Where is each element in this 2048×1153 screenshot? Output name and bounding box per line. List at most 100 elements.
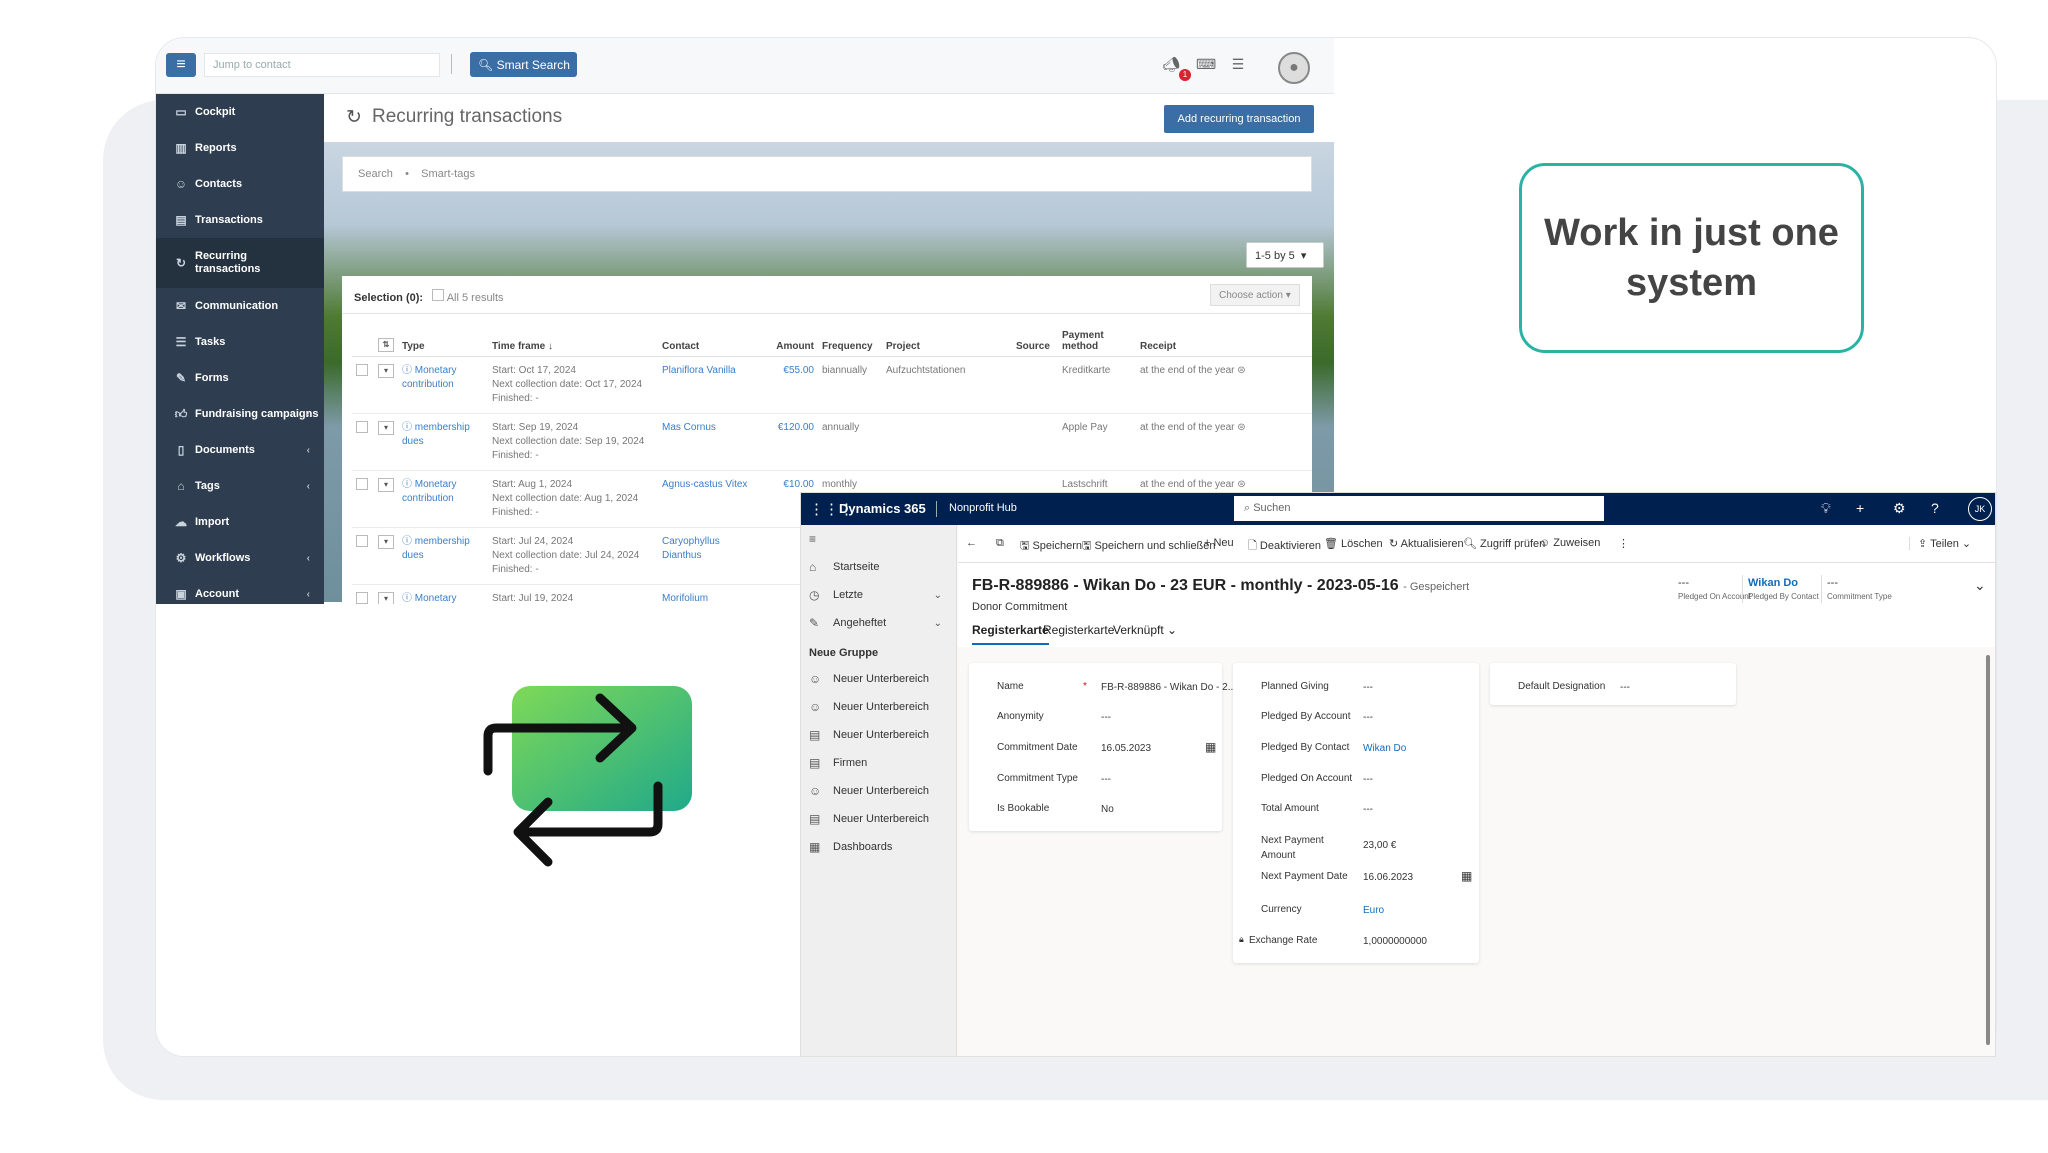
nav-item[interactable]: ☺ Neuer Unterbereich xyxy=(801,693,956,721)
sidebar-item[interactable]: ↻ Recurring transactions xyxy=(156,238,324,288)
table-row[interactable]: ▾ ⓘ membership dues Start: Sep 19, 2024 Nex… xyxy=(352,413,1312,471)
search-bar[interactable]: Search • Smart-tags xyxy=(342,156,1312,192)
more-commands-icon[interactable]: ⋮ xyxy=(1618,537,1629,550)
field-value[interactable]: --- xyxy=(1363,682,1373,693)
field-value[interactable]: FB-R-889886 - Wikan Do - 2... xyxy=(1101,682,1236,693)
row-type[interactable]: ⓘ Monetary contribution xyxy=(398,584,488,604)
row-expand-dropdown[interactable]: ▾ xyxy=(378,421,394,435)
sort-icon[interactable]: ⇅ xyxy=(378,338,394,352)
menu-icon[interactable]: ≡ xyxy=(166,53,196,77)
refresh-button[interactable]: ↻ Aktualisieren xyxy=(1389,537,1464,550)
pagination-select[interactable]: 1-5 by 5 ▾ xyxy=(1246,242,1324,268)
user-avatar[interactable]: ● xyxy=(1278,52,1310,84)
sidebar-item[interactable]: 👍︎ Fundraising campaigns ‹ xyxy=(156,396,324,432)
select-all-checkbox[interactable] xyxy=(432,289,445,301)
row-expand-dropdown[interactable]: ▾ xyxy=(378,364,394,378)
column-header[interactable]: Frequency xyxy=(818,326,882,357)
sidebar-item[interactable]: ▭ Cockpit xyxy=(156,94,324,130)
tab-registerkarte-1[interactable]: Registerkarte xyxy=(972,623,1049,645)
nav-home[interactable]: ⌂ Startseite xyxy=(801,553,956,581)
product-name[interactable]: Dynamics 365 xyxy=(839,501,926,516)
global-search-input[interactable]: ⌕ Suchen xyxy=(1234,496,1604,521)
column-header[interactable]: Amount xyxy=(766,326,818,357)
row-type[interactable]: ⓘ membership dues xyxy=(398,413,488,471)
search-tab[interactable]: Search xyxy=(358,168,393,180)
sidebar-item[interactable]: ⌂ Tags ‹ xyxy=(156,468,324,504)
row-checkbox[interactable] xyxy=(356,592,368,604)
nav-item[interactable]: ▤ Firmen xyxy=(801,749,956,777)
field-value[interactable]: No xyxy=(1101,804,1114,815)
nav-item[interactable]: ▤ Neuer Unterbereich xyxy=(801,721,956,749)
keyboard-icon[interactable]: ⌨ xyxy=(1196,56,1216,74)
plus-icon[interactable]: + xyxy=(1856,500,1864,516)
new-button[interactable]: + Neu xyxy=(1204,537,1234,549)
row-expand-dropdown[interactable]: ▾ xyxy=(378,592,394,604)
nav-item[interactable]: ☺ Neuer Unterbereich xyxy=(801,777,956,805)
row-contact[interactable]: Mas Cornus xyxy=(658,413,766,471)
back-icon[interactable]: ← xyxy=(966,537,977,549)
megaphone-icon[interactable]: 📣︎ xyxy=(1162,56,1180,74)
field-value[interactable]: 16.06.2023 xyxy=(1363,872,1413,883)
nav-recent[interactable]: ◷ Letzte ⌄ xyxy=(801,581,956,609)
field-value[interactable]: --- xyxy=(1101,774,1111,785)
field-value[interactable]: --- xyxy=(1363,804,1373,815)
row-type[interactable]: ⓘ membership dues xyxy=(398,527,488,585)
sidebar-item[interactable]: ▤ Transactions xyxy=(156,202,324,238)
sidebar-item[interactable]: ▣ Account ‹ xyxy=(156,576,324,604)
field-value[interactable]: --- xyxy=(1363,712,1373,723)
jump-to-contact-input[interactable]: Jump to contact xyxy=(204,53,440,77)
add-recurring-transaction-button[interactable]: Add recurring transaction xyxy=(1164,105,1314,133)
nav-item[interactable]: ▤ Neuer Unterbereich xyxy=(801,805,956,833)
hub-name[interactable]: Nonprofit Hub xyxy=(949,502,1017,514)
row-contact[interactable]: Morifolium Chrysanthemum xyxy=(658,584,766,604)
column-header[interactable]: Payment method xyxy=(1058,326,1136,357)
calendar-icon[interactable]: ▦ xyxy=(1205,740,1216,754)
chevron-down-icon[interactable]: ⌄ xyxy=(1974,577,1986,594)
lightbulb-icon[interactable]: 💡︎ xyxy=(1821,500,1831,517)
gear-icon[interactable]: ⚙ xyxy=(1893,500,1906,517)
field-value[interactable]: 1,0000000000 xyxy=(1363,936,1427,947)
row-contact[interactable]: Agnus-castus Vitex xyxy=(658,470,766,528)
row-checkbox[interactable] xyxy=(356,364,368,376)
field-value[interactable]: Euro xyxy=(1363,905,1384,916)
column-header[interactable]: Time frame ↓ xyxy=(488,326,658,357)
save-and-close-button[interactable]: 🖫︎ Speichern und schließen xyxy=(1082,537,1216,556)
row-checkbox[interactable] xyxy=(356,478,368,490)
nav-pinned[interactable]: ✎ Angeheftet ⌄ xyxy=(801,609,956,637)
sidebar-item[interactable]: ☺ Contacts xyxy=(156,166,324,202)
nav-item[interactable]: ☺ Neuer Unterbereich xyxy=(801,665,956,693)
sidebar-item[interactable]: ✉ Communication xyxy=(156,288,324,324)
row-type[interactable]: ⓘ Monetary contribution xyxy=(398,470,488,528)
open-new-window-icon[interactable]: ⧉ xyxy=(996,537,1004,550)
column-header[interactable]: Receipt xyxy=(1136,326,1312,357)
check-access-button[interactable]: 🔍︎ Zugriff prüfen xyxy=(1463,537,1545,550)
row-checkbox[interactable] xyxy=(356,421,368,433)
row-contact[interactable]: Caryophyllus Dianthus xyxy=(658,527,766,585)
tab-registerkarte-2[interactable]: Registerkarte xyxy=(1043,623,1114,637)
row-expand-dropdown[interactable]: ▾ xyxy=(378,535,394,549)
sidebar-item[interactable]: ▥ Reports xyxy=(156,130,324,166)
field-value[interactable]: 16.05.2023 xyxy=(1101,743,1151,754)
checklist-icon[interactable]: ☰ xyxy=(1229,56,1247,74)
sidebar-item[interactable]: ⚙ Workflows ‹ xyxy=(156,540,324,576)
column-header[interactable]: Contact xyxy=(658,326,766,357)
column-header[interactable]: Type xyxy=(398,326,488,357)
nav-item[interactable]: ▦ Dashboards xyxy=(801,833,956,861)
calendar-icon[interactable]: ▦ xyxy=(1461,869,1472,883)
collapse-nav-button[interactable]: ≡ xyxy=(801,525,956,553)
field-value[interactable]: --- xyxy=(1620,682,1630,693)
field-value[interactable]: --- xyxy=(1363,774,1373,785)
header-field[interactable]: Wikan Do Pledged By Contact xyxy=(1748,577,1819,601)
sidebar-item[interactable]: ▯ Documents ‹ xyxy=(156,432,324,468)
smart-tags-tab[interactable]: Smart-tags xyxy=(421,168,475,180)
row-type[interactable]: ⓘ Monetary contribution xyxy=(398,356,488,414)
smart-search-button[interactable]: 🔍︎ Smart Search xyxy=(470,52,577,77)
assign-button[interactable]: ☺ Zuweisen xyxy=(1539,537,1600,549)
help-icon[interactable]: ? xyxy=(1931,500,1939,516)
table-row[interactable]: ▾ ⓘ Monetary contribution Start: Oct 17, 2… xyxy=(352,356,1312,414)
share-button[interactable]: ⇪ Teilen ⌄ xyxy=(1909,537,1971,550)
column-header[interactable]: Source xyxy=(1012,326,1058,357)
sidebar-item[interactable]: ☁ Import xyxy=(156,504,324,540)
sidebar-item[interactable]: ✎ Forms xyxy=(156,360,324,396)
user-avatar[interactable]: JK xyxy=(1968,497,1992,521)
